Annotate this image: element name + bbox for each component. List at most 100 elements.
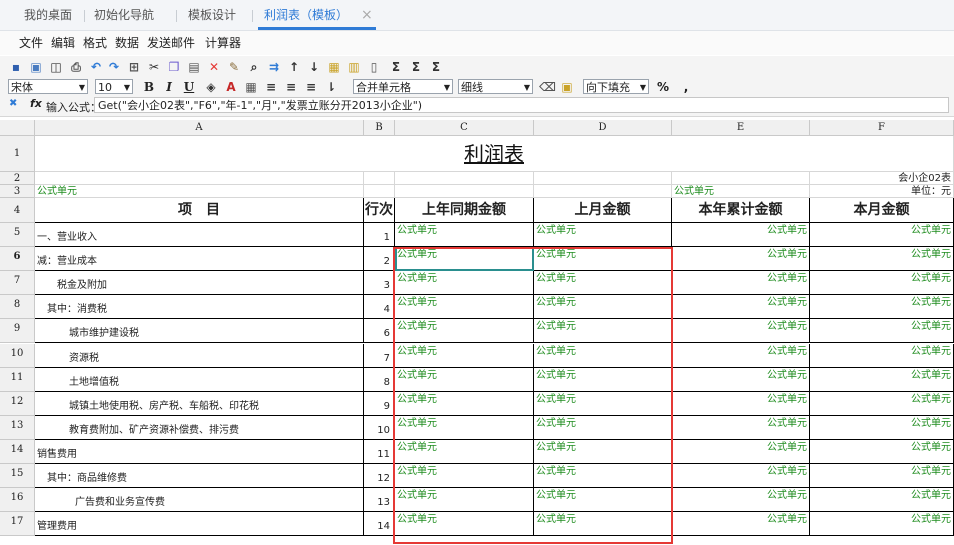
cut-icon[interactable]: ✂ — [146, 59, 162, 75]
sum-row-icon[interactable]: Σ — [408, 59, 424, 75]
cell[interactable] — [364, 185, 395, 198]
line-number-cell[interactable]: 2 — [364, 247, 395, 272]
table-header-cell[interactable]: 上月金额 — [534, 198, 672, 223]
column-header-f[interactable]: F — [810, 120, 954, 136]
row-header[interactable]: 6 — [0, 247, 35, 272]
column-header-b[interactable]: B — [364, 120, 395, 136]
line-number-cell[interactable]: 9 — [364, 391, 395, 416]
column-header-a[interactable]: A — [35, 120, 364, 136]
row-header[interactable]: 10 — [0, 343, 35, 368]
formula-cell[interactable]: 公式单元 — [810, 247, 954, 272]
formula-input[interactable]: Get("会小企02表","F6","年-1","月","发票立账分开2013小… — [94, 97, 949, 113]
formula-cell[interactable]: 公式单元 — [35, 185, 364, 198]
item-cell[interactable]: 一、营业收入 — [35, 223, 364, 248]
line-style-select[interactable]: 细线 ▼ — [458, 79, 533, 94]
unit-cell[interactable]: 单位：元 — [810, 185, 954, 198]
row-header[interactable]: 11 — [0, 367, 35, 392]
row-header[interactable]: 1 — [0, 136, 35, 172]
font-color-icon[interactable]: A — [223, 79, 239, 95]
cell[interactable] — [364, 172, 395, 185]
column-header-c[interactable]: C — [395, 120, 534, 136]
menu-send-mail[interactable]: 发送邮件 — [147, 34, 195, 52]
item-cell[interactable]: 管理费用 — [35, 512, 364, 537]
formula-cell[interactable]: 公式单元 — [810, 319, 954, 344]
formula-cell[interactable]: 公式单元 — [534, 464, 672, 489]
formula-cell[interactable]: 公式单元 — [534, 247, 672, 272]
formula-cell[interactable]: 公式单元 — [534, 295, 672, 320]
formula-cell[interactable]: 公式单元 — [672, 415, 810, 440]
item-cell[interactable]: 城市维护建设税 — [35, 319, 364, 344]
item-cell[interactable]: 教育费附加、矿产资源补偿费、排污费 — [35, 415, 364, 440]
align-right-icon[interactable]: ≡ — [303, 79, 319, 95]
copy-icon[interactable]: ❐ — [166, 59, 182, 75]
eraser-icon[interactable]: ⌫ — [539, 79, 556, 95]
border-icon[interactable]: ▦ — [243, 79, 259, 95]
italic-button[interactable]: I — [161, 79, 177, 95]
insert-column-icon[interactable]: ▥ — [346, 59, 362, 75]
tab-template-design[interactable]: 模板设计 — [188, 0, 236, 30]
fill-down-select[interactable]: 向下填充 ▼ — [583, 79, 649, 94]
row-header[interactable]: 8 — [0, 295, 35, 320]
formula-cell[interactable]: 公式单元 — [810, 223, 954, 248]
save-icon[interactable]: ▪ — [8, 59, 24, 75]
formula-cell[interactable]: 公式单元 — [395, 271, 534, 296]
item-cell[interactable]: 资源税 — [35, 343, 364, 368]
column-header-d[interactable]: D — [534, 120, 672, 136]
formula-cell[interactable]: 公式单元 — [395, 391, 534, 416]
formula-cell[interactable]: 公式单元 — [672, 223, 810, 248]
tab-init-nav[interactable]: 初始化导航 — [94, 0, 154, 30]
line-number-cell[interactable]: 8 — [364, 367, 395, 392]
formula-cell[interactable]: 公式单元 — [395, 464, 534, 489]
formula-cell[interactable]: 公式单元 — [672, 391, 810, 416]
formula-cell[interactable]: 公式单元 — [810, 271, 954, 296]
formula-cell[interactable]: 公式单元 — [672, 367, 810, 392]
function-icon[interactable]: fx — [30, 97, 42, 110]
wrap-text-icon[interactable]: ⇂ — [323, 79, 339, 95]
cell[interactable] — [672, 172, 810, 185]
bold-button[interactable]: B — [141, 79, 157, 95]
row-header[interactable]: 15 — [0, 464, 35, 489]
formula-cell[interactable]: 公式单元 — [395, 367, 534, 392]
formula-cell[interactable]: 公式单元 — [395, 319, 534, 344]
line-number-cell[interactable]: 11 — [364, 439, 395, 464]
formula-cell[interactable]: 公式单元 — [672, 247, 810, 272]
formula-cell[interactable]: 公式单元 — [672, 464, 810, 489]
print-preview-icon[interactable]: ◫ — [48, 59, 64, 75]
formula-cell[interactable]: 公式单元 — [810, 488, 954, 513]
undo-icon[interactable]: ↶ — [88, 59, 104, 75]
line-number-cell[interactable]: 4 — [364, 295, 395, 320]
row-header[interactable]: 4 — [0, 198, 35, 223]
find-icon[interactable]: ⌕ — [246, 59, 262, 75]
formula-cell[interactable]: 公式单元 — [810, 367, 954, 392]
line-number-cell[interactable]: 1 — [364, 223, 395, 248]
formula-cell[interactable]: 公式单元 — [810, 415, 954, 440]
sum-column-icon[interactable]: Σ — [428, 59, 444, 75]
line-number-cell[interactable]: 14 — [364, 512, 395, 537]
table-header-cell[interactable]: 上年同期金额 — [395, 198, 534, 223]
sort-asc-icon[interactable]: ↑ — [286, 59, 302, 75]
cell[interactable] — [534, 172, 672, 185]
formula-cell[interactable]: 公式单元 — [534, 415, 672, 440]
percent-button[interactable]: % — [655, 79, 671, 95]
form-code-cell[interactable]: 会小企02表 — [810, 172, 954, 185]
sum-icon[interactable]: Σ — [388, 59, 404, 75]
item-cell[interactable]: 其中：商品维修费 — [35, 464, 364, 489]
formula-cell[interactable]: 公式单元 — [395, 415, 534, 440]
format-icon[interactable]: ⊞ — [126, 59, 142, 75]
formula-cell[interactable]: 公式单元 — [672, 439, 810, 464]
line-number-cell[interactable]: 12 — [364, 464, 395, 489]
cancel-formula-icon[interactable]: ✖ — [9, 98, 17, 109]
row-header[interactable]: 5 — [0, 223, 35, 248]
formula-cell[interactable]: 公式单元 — [395, 439, 534, 464]
formula-cell[interactable]: 公式单元 — [672, 185, 810, 198]
formula-cell[interactable]: 公式单元 — [672, 295, 810, 320]
formula-cell[interactable]: 公式单元 — [534, 439, 672, 464]
item-cell[interactable]: 广告费和业务宣传费 — [35, 488, 364, 513]
sheet-title[interactable]: 利润表 — [35, 136, 954, 172]
insert-row-icon[interactable]: ▦ — [326, 59, 342, 75]
formula-cell[interactable]: 公式单元 — [395, 223, 534, 248]
print-icon[interactable]: ⎙ — [68, 59, 84, 75]
formula-cell[interactable]: 公式单元 — [395, 343, 534, 368]
item-cell[interactable]: 减：营业成本 — [35, 247, 364, 272]
insert-chart-icon[interactable]: ▣ — [559, 79, 575, 95]
